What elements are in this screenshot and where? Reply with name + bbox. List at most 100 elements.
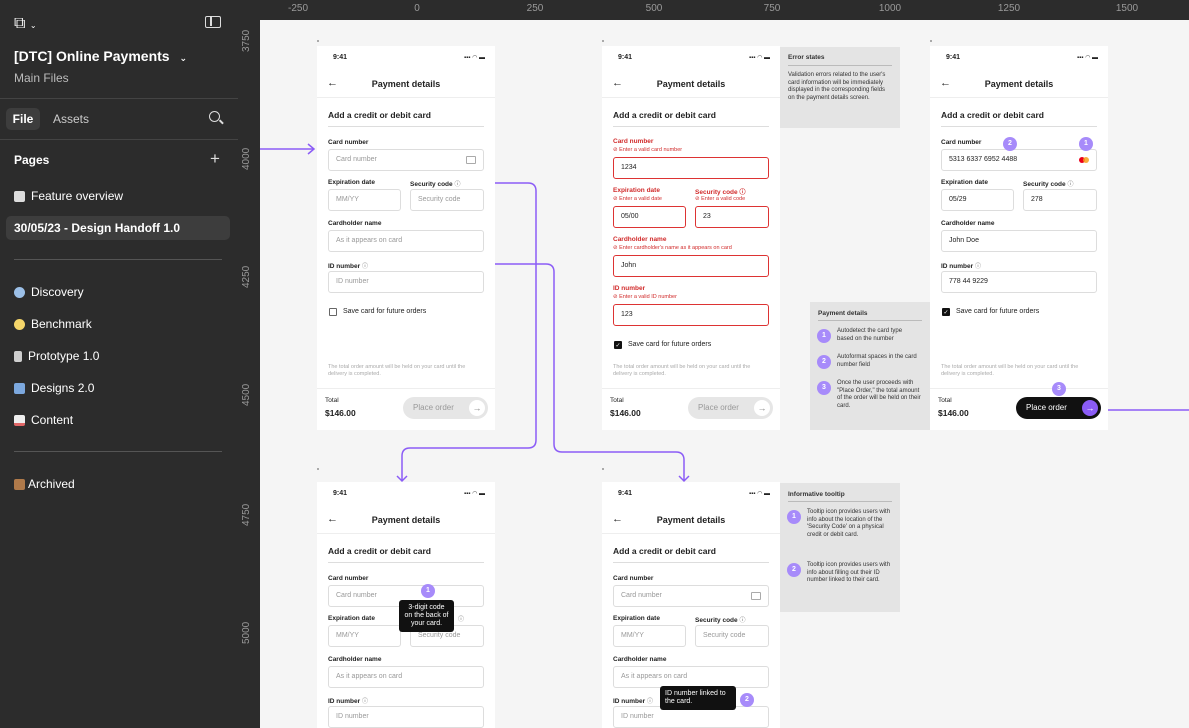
section-title: Add a credit or debit card: [328, 110, 431, 120]
divider: [14, 451, 222, 452]
id-number-input[interactable]: ID number: [328, 271, 484, 293]
security-code-input[interactable]: 23: [695, 206, 769, 228]
toggle-sidebar-icon[interactable]: [205, 16, 221, 28]
page-item-prototype[interactable]: Prototype 1.0: [6, 344, 230, 368]
expiration-input[interactable]: 05/00: [613, 206, 686, 228]
page-item-benchmark[interactable]: Benchmark: [6, 312, 230, 336]
divider: [0, 139, 238, 140]
label-text: Security code: [410, 181, 453, 188]
card-number-label: Card number: [613, 138, 654, 145]
info-icon[interactable]: ⓘ: [1067, 182, 1073, 188]
place-order-button[interactable]: Place order →: [1016, 397, 1101, 419]
card-number-input[interactable]: Card number: [328, 149, 484, 171]
phone-frame-tooltip-id[interactable]: 9:41 ▪▪▪ ◠ ▬ ← Payment details Add a credi…: [602, 482, 780, 728]
cardholder-input[interactable]: As it appears on card: [328, 666, 484, 688]
page-label: Benchmark: [31, 317, 92, 331]
place-order-button[interactable]: Place order →: [403, 397, 488, 419]
tab-assets[interactable]: Assets: [53, 112, 89, 126]
annotation-badge: 1: [1079, 137, 1093, 151]
expiration-input[interactable]: 05/29: [941, 189, 1014, 211]
arrow-right-icon: →: [1082, 400, 1098, 416]
annotation-item: Autodetect the card type based on the nu…: [837, 328, 903, 342]
divider: [941, 126, 1097, 127]
status-time: 9:41: [618, 54, 633, 61]
cardholder-label: Cardholder name: [328, 656, 382, 663]
page-item-design-handoff[interactable]: 30/05/23 - Design Handoff 1.0: [6, 216, 230, 240]
save-card-checkbox[interactable]: ✓: [614, 341, 622, 349]
section-title: Add a credit or debit card: [613, 546, 716, 556]
save-card-checkbox[interactable]: [329, 308, 337, 316]
phone-frame-tooltip-security[interactable]: 9:41 ▪▪▪ ◠ ▬ ← Payment details Add a credi…: [317, 482, 495, 728]
status-time: 9:41: [946, 54, 961, 61]
security-code-label: Security code ⓘ: [695, 615, 745, 624]
id-number-input[interactable]: ID number: [328, 706, 484, 728]
info-icon[interactable]: ⓘ: [454, 182, 460, 188]
info-icon[interactable]: ⓘ: [458, 614, 464, 623]
expiration-input[interactable]: MM/YY: [328, 189, 401, 211]
page-item-content[interactable]: Content: [6, 408, 230, 432]
place-order-button[interactable]: Place order →: [688, 397, 773, 419]
tab-file[interactable]: File: [6, 108, 40, 130]
security-code-input[interactable]: 278: [1023, 189, 1097, 211]
status-time: 9:41: [333, 490, 348, 497]
cardholder-input[interactable]: As it appears on card: [328, 230, 484, 252]
search-icon[interactable]: [209, 111, 224, 125]
cardholder-input[interactable]: John Doe: [941, 230, 1097, 252]
info-icon[interactable]: ⓘ: [362, 699, 368, 705]
cardholder-label: Cardholder name: [328, 220, 382, 227]
screen-title: Payment details: [371, 515, 441, 525]
save-card-checkbox[interactable]: ✓: [942, 308, 950, 316]
divider: [613, 126, 769, 127]
page-item-discovery[interactable]: Discovery: [6, 280, 230, 304]
phone-frame-filled[interactable]: 9:41 ▪▪▪ ◠ ▬ ← Payment details Add a credi…: [930, 46, 1108, 430]
design-canvas[interactable]: -250 0 250 500 750 1000 1250 1500 3750 4…: [238, 0, 1189, 728]
id-number-input[interactable]: 123: [613, 304, 769, 326]
page-item-archived[interactable]: Archived: [6, 472, 230, 496]
chevron-down-icon[interactable]: ⌄: [179, 53, 187, 63]
info-icon[interactable]: ⓘ: [975, 264, 981, 270]
label-text: ID number: [328, 698, 361, 705]
card-number-label: Card number: [328, 139, 369, 146]
box-icon: [14, 478, 25, 490]
mastercard-icon: [1079, 157, 1089, 163]
cardholder-input[interactable]: As it appears on card: [613, 666, 769, 688]
project-title-text: [DTC] Online Payments: [14, 48, 170, 64]
id-number-input[interactable]: 778 44 9229: [941, 271, 1097, 293]
card-number-input[interactable]: Card number: [613, 585, 769, 607]
error-text: Enter a valid ID number: [619, 294, 677, 300]
card-number-input[interactable]: 1234: [613, 157, 769, 179]
security-code-label: Security code ⓘ: [1023, 179, 1073, 188]
expiration-label: Expiration date: [941, 179, 988, 186]
pages-heading: Pages: [14, 153, 50, 167]
page-item-feature-overview[interactable]: Feature overview: [6, 184, 230, 208]
divider: [328, 126, 484, 127]
info-icon[interactable]: ⓘ: [647, 699, 653, 705]
tooltip-security-code: 3-digit code on the back of your card.: [399, 600, 454, 632]
hold-note: The total order amount will be held on y…: [328, 364, 466, 377]
signal-icons: ▪▪▪ ◠ ▬: [749, 55, 770, 61]
page-item-designs[interactable]: Designs 2.0: [6, 376, 230, 400]
info-icon[interactable]: ⓘ: [362, 264, 368, 270]
security-code-input[interactable]: Security code: [695, 625, 769, 647]
info-icon[interactable]: ⓘ: [739, 618, 745, 624]
screen-header: ← Payment details: [602, 508, 780, 534]
project-title[interactable]: [DTC] Online Payments ⌄: [14, 48, 187, 64]
figma-logo-icon[interactable]: ⧉ ⌄: [14, 15, 37, 33]
card-number-label: Card number: [941, 139, 982, 146]
error-text: Enter a valid code: [701, 196, 746, 202]
total-value: $146.00: [938, 408, 969, 418]
label-text: Security code: [695, 617, 738, 624]
security-code-input[interactable]: Security code: [410, 189, 484, 211]
divider: [818, 320, 922, 321]
add-page-icon[interactable]: +: [210, 149, 220, 169]
id-number-label: ID number ⓘ: [613, 696, 653, 705]
phone-frame-errors[interactable]: 9:41 ▪▪▪ ◠ ▬ ← Payment details Add a credi…: [602, 46, 780, 430]
card-number-input[interactable]: 5313 6337 6952 4488: [941, 149, 1097, 171]
expiration-input[interactable]: MM/YY: [328, 625, 401, 647]
project-subtitle[interactable]: Main Files: [14, 71, 69, 85]
cardholder-input[interactable]: John: [613, 255, 769, 277]
expiration-input[interactable]: MM/YY: [613, 625, 686, 647]
arrow-right-icon: →: [754, 400, 770, 416]
phone-frame-empty[interactable]: 9:41 ▪▪▪ ◠ ▬ ← Payment details Add a credi…: [317, 46, 495, 430]
annotation-badge: 2: [817, 355, 831, 369]
